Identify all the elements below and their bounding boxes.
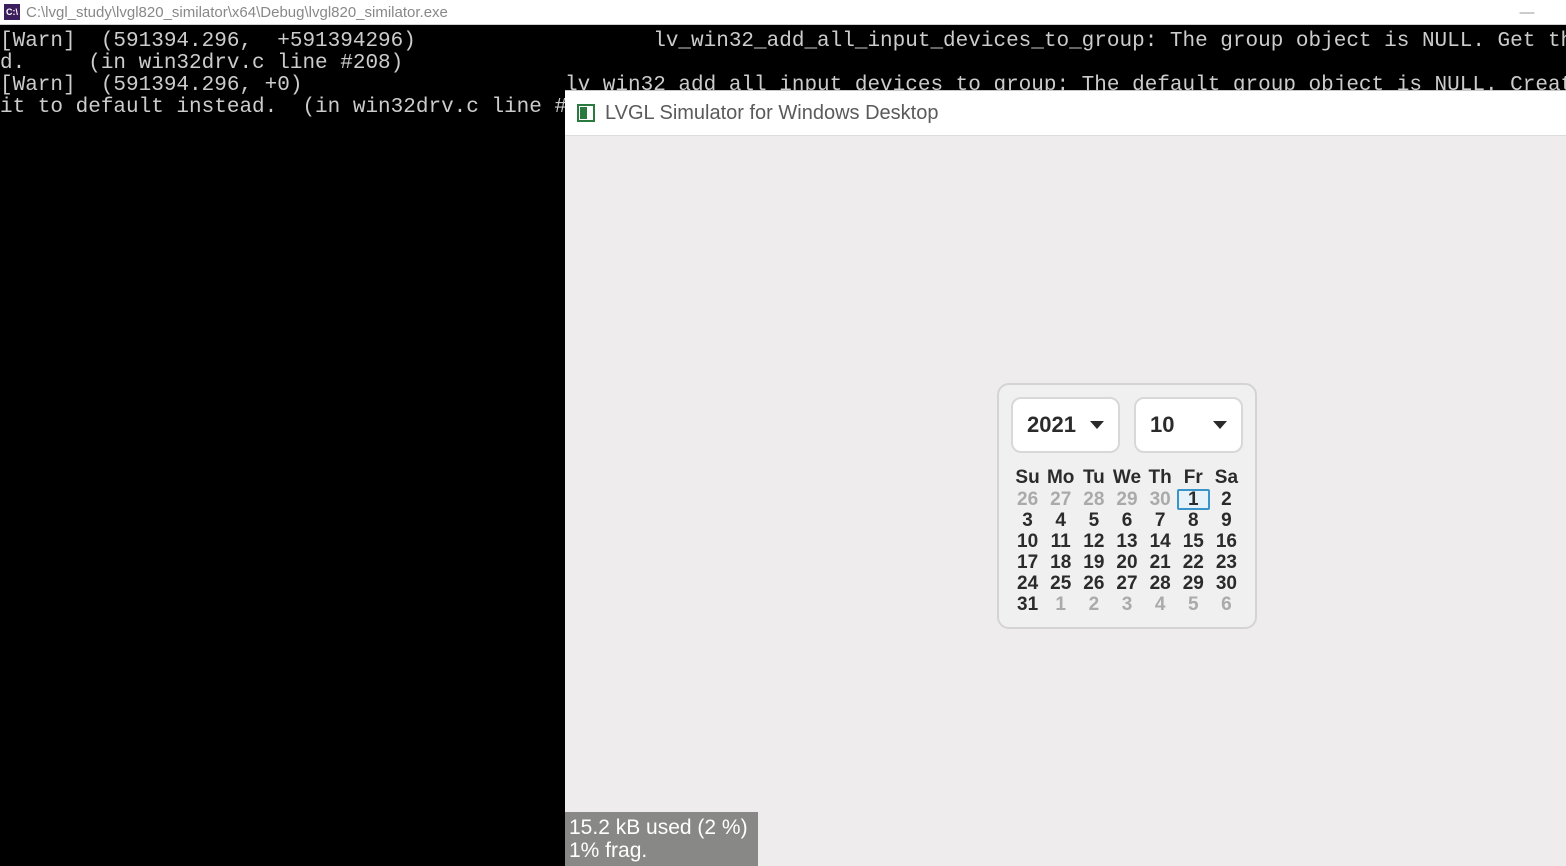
calendar-day[interactable]: 9 (1210, 510, 1243, 531)
calendar-day[interactable]: 27 (1044, 489, 1077, 510)
calendar-day[interactable]: 3 (1011, 510, 1044, 531)
calendar-day[interactable]: 26 (1011, 489, 1044, 510)
calendar-day[interactable]: 11 (1044, 531, 1077, 552)
console-icon: C:\ (4, 4, 20, 20)
calendar-day[interactable]: 4 (1044, 510, 1077, 531)
calendar-day[interactable]: 29 (1110, 489, 1143, 510)
simulator-body: 2021 10 SuMoTuWeThFrSa262728293012345678… (565, 136, 1566, 866)
calendar-day[interactable]: 26 (1077, 573, 1110, 594)
weekday-header: Sa (1210, 467, 1243, 489)
calendar-day[interactable]: 29 (1177, 573, 1210, 594)
month-value: 10 (1150, 412, 1174, 438)
weekday-header: Tu (1077, 467, 1110, 489)
calendar-day[interactable]: 31 (1011, 594, 1044, 615)
calendar-day[interactable]: 14 (1144, 531, 1177, 552)
calendar-day[interactable]: 22 (1177, 552, 1210, 573)
calendar-day[interactable]: 8 (1177, 510, 1210, 531)
status-line-2: 1% frag. (569, 839, 748, 862)
calendar-day[interactable]: 25 (1044, 573, 1077, 594)
calendar-day[interactable]: 3 (1110, 594, 1143, 615)
calendar-day[interactable]: 2 (1077, 594, 1110, 615)
weekday-header: Su (1011, 467, 1044, 489)
simulator-title: LVGL Simulator for Windows Desktop (605, 102, 938, 125)
weekday-header: Mo (1044, 467, 1077, 489)
calendar-day[interactable]: 24 (1011, 573, 1044, 594)
month-dropdown[interactable]: 10 (1134, 397, 1243, 453)
calendar-widget: 2021 10 SuMoTuWeThFrSa262728293012345678… (997, 383, 1257, 629)
lvgl-icon (577, 104, 595, 122)
calendar-day[interactable]: 20 (1110, 552, 1143, 573)
calendar-day[interactable]: 27 (1110, 573, 1143, 594)
calendar-day[interactable]: 17 (1011, 552, 1044, 573)
weekday-header: We (1110, 467, 1143, 489)
minimize-button[interactable]: — (1512, 4, 1542, 21)
calendar-day[interactable]: 2 (1210, 489, 1243, 510)
calendar-day[interactable]: 13 (1110, 531, 1143, 552)
calendar-day[interactable]: 6 (1210, 594, 1243, 615)
simulator-titlebar[interactable]: LVGL Simulator for Windows Desktop (565, 91, 1566, 136)
status-line-1: 15.2 kB used (2 %) (569, 816, 748, 839)
calendar-day[interactable]: 12 (1077, 531, 1110, 552)
calendar-grid: SuMoTuWeThFrSa26272829301234567891011121… (1011, 467, 1243, 615)
weekday-header: Fr (1177, 467, 1210, 489)
calendar-day[interactable]: 1 (1177, 489, 1210, 510)
calendar-day[interactable]: 10 (1011, 531, 1044, 552)
calendar-day[interactable]: 28 (1144, 573, 1177, 594)
year-value: 2021 (1027, 412, 1076, 438)
chevron-down-icon (1090, 421, 1104, 429)
calendar-day[interactable]: 6 (1110, 510, 1143, 531)
console-output-right: lv_win32_add_all_input_devices_to_group:… (565, 25, 1566, 90)
console-titlebar: C:\ C:\lvgl_study\lvgl820_similator\x64\… (0, 0, 1566, 25)
simulator-window: LVGL Simulator for Windows Desktop 2021 … (565, 90, 1566, 866)
weekday-header: Th (1144, 467, 1177, 489)
calendar-day[interactable]: 21 (1144, 552, 1177, 573)
calendar-day[interactable]: 5 (1077, 510, 1110, 531)
calendar-day[interactable]: 30 (1144, 489, 1177, 510)
memory-status: 15.2 kB used (2 %) 1% frag. (565, 812, 758, 866)
calendar-day[interactable]: 5 (1177, 594, 1210, 615)
calendar-day[interactable]: 7 (1144, 510, 1177, 531)
calendar-day[interactable]: 4 (1144, 594, 1177, 615)
calendar-day[interactable]: 18 (1044, 552, 1077, 573)
calendar-header: 2021 10 (1011, 397, 1243, 453)
calendar-day[interactable]: 16 (1210, 531, 1243, 552)
calendar-day[interactable]: 28 (1077, 489, 1110, 510)
chevron-down-icon (1213, 421, 1227, 429)
calendar-day[interactable]: 30 (1210, 573, 1243, 594)
console-output: [Warn] (591394.296, +591394296) d. (in w… (0, 25, 565, 866)
calendar-day[interactable]: 23 (1210, 552, 1243, 573)
console-title: C:\lvgl_study\lvgl820_similator\x64\Debu… (26, 4, 448, 21)
calendar-day[interactable]: 19 (1077, 552, 1110, 573)
calendar-day[interactable]: 15 (1177, 531, 1210, 552)
year-dropdown[interactable]: 2021 (1011, 397, 1120, 453)
calendar-day[interactable]: 1 (1044, 594, 1077, 615)
